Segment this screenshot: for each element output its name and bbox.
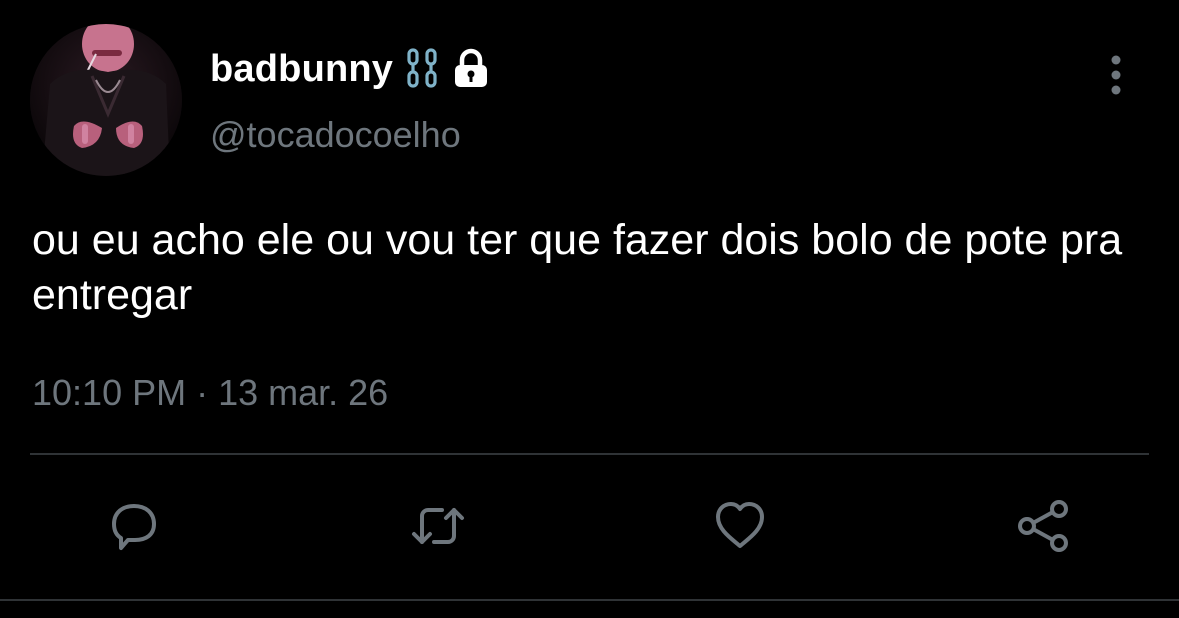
tweet-timestamp[interactable]: 10:10 PM · 13 mar. 26 (32, 372, 388, 414)
reply-button[interactable] (104, 496, 164, 556)
like-button[interactable] (710, 496, 770, 556)
tweet-card: badbunny @tocadocoelho ou eu acho ele ou… (0, 0, 1179, 618)
tweet-text: ou eu acho ele ou vou ter que fazer dois… (32, 216, 1123, 319)
avatar-image (30, 24, 182, 176)
retweet-icon (412, 508, 464, 544)
more-options-button[interactable] (1096, 52, 1136, 98)
tweet-time: 10:10 PM (32, 372, 187, 413)
share-icon (1018, 500, 1068, 552)
display-name[interactable]: badbunny (210, 48, 393, 91)
user-handle[interactable]: @tocadocoelho (210, 114, 461, 156)
chain-emoji (405, 47, 439, 91)
meta-separator: · (186, 372, 219, 413)
avatar[interactable] (30, 24, 182, 176)
heart-icon (716, 502, 764, 548)
more-vertical-icon (1111, 55, 1121, 95)
divider (30, 453, 1149, 455)
share-button[interactable] (1013, 496, 1073, 556)
reply-icon (112, 504, 156, 550)
lock-icon (451, 47, 491, 91)
name-row: badbunny (210, 44, 491, 94)
retweet-button[interactable] (408, 496, 468, 556)
bottom-divider (0, 599, 1179, 601)
action-bar (0, 496, 1179, 556)
tweet-date: 13 mar. 26 (218, 372, 389, 413)
